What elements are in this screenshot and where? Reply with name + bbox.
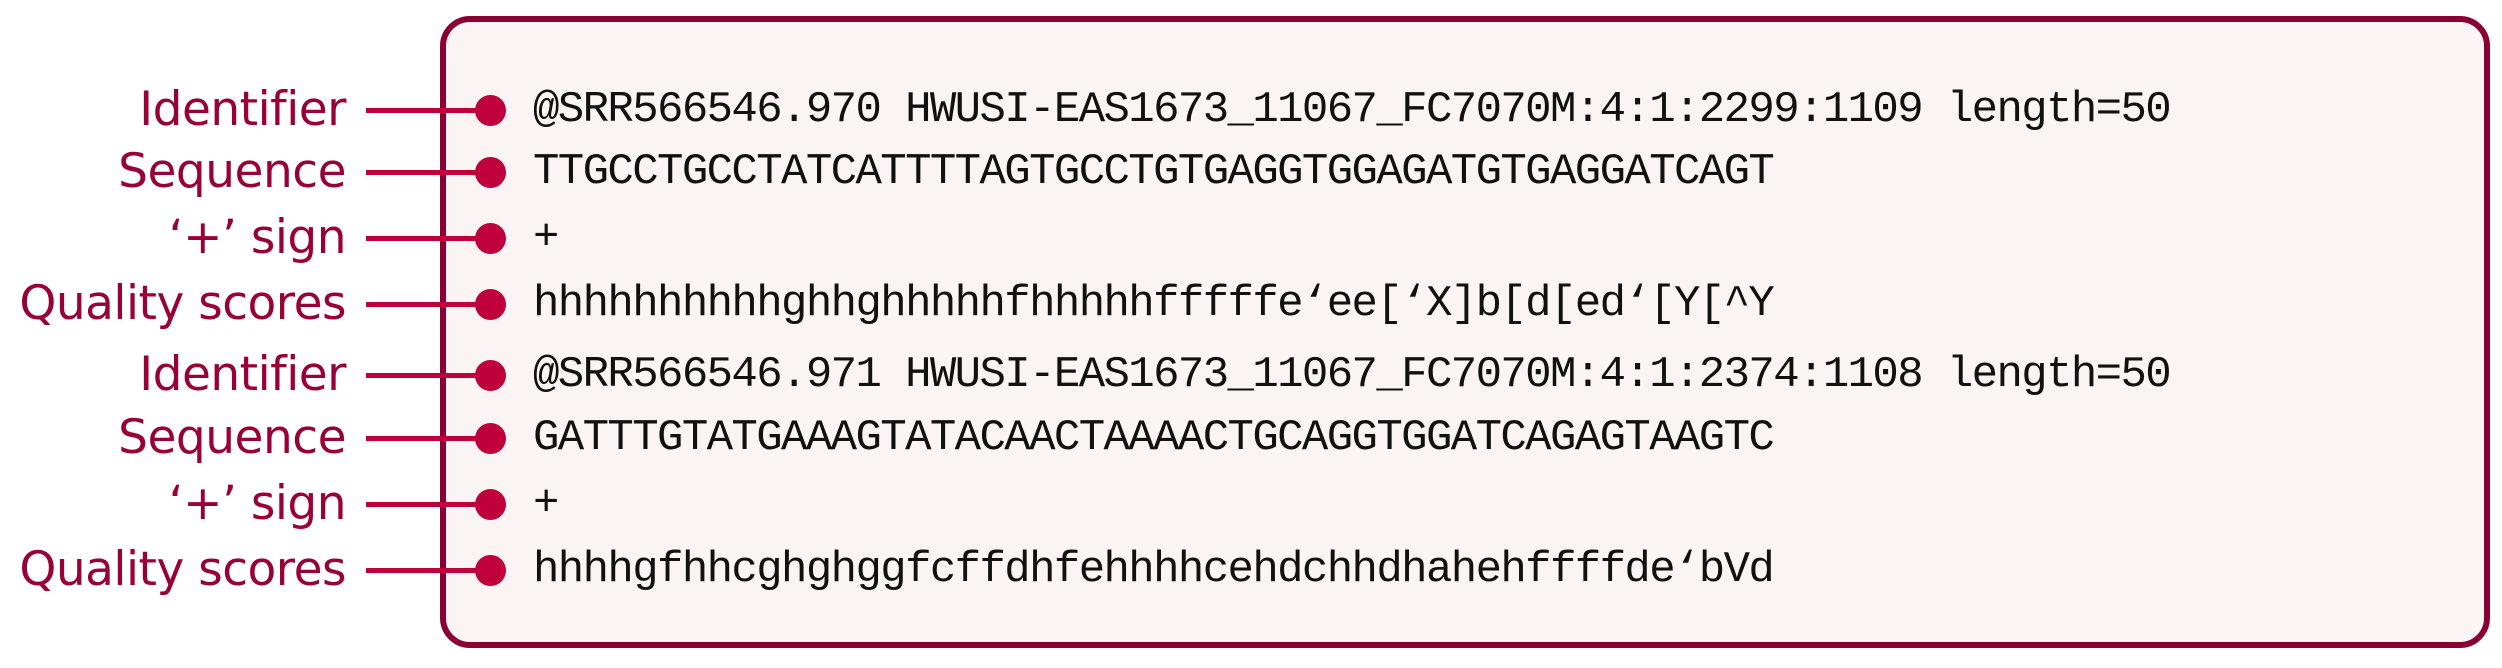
line-label: Quality scores — [19, 542, 346, 597]
fastq-line-quality-scores: Quality scores hhhhhhhhhhghhghhhhhfhhhhh… — [0, 274, 2502, 334]
fastq-line-plus-sign: ‘+’ sign + — [0, 474, 2502, 534]
line-value: @SRR566546.970 HWUSI-EAS1673_11067_FC707… — [533, 85, 2172, 135]
connector-line — [366, 108, 490, 113]
connector-line — [366, 302, 490, 307]
bullet-dot-icon — [475, 555, 506, 586]
connector-line — [366, 170, 490, 175]
connector-line — [366, 502, 490, 507]
fastq-line-identifier: Identifier @SRR566546.971 HWUSI-EAS1673_… — [0, 345, 2502, 405]
bullet-dot-icon — [475, 360, 506, 391]
fastq-line-quality-scores: Quality scores hhhhgfhhcghghggfcffdhfehh… — [0, 540, 2502, 600]
bullet-dot-icon — [475, 489, 506, 520]
bullet-dot-icon — [475, 223, 506, 254]
line-value: hhhhhhhhhhghhghhhhhfhhhhhfffffe‘ee[‘X]b[… — [533, 279, 1775, 329]
connector-line — [366, 373, 490, 378]
fastq-line-plus-sign: ‘+’ sign + — [0, 208, 2502, 268]
bullet-dot-icon — [475, 289, 506, 320]
line-label: ‘+’ sign — [168, 476, 347, 531]
line-label: Identifier — [139, 347, 346, 402]
connector-line — [366, 236, 490, 241]
bullet-dot-icon — [475, 95, 506, 126]
connector-line — [366, 436, 490, 441]
line-value: @SRR566546.971 HWUSI-EAS1673_11067_FC707… — [533, 350, 2172, 400]
line-label: Sequence — [118, 144, 346, 199]
line-label: Identifier — [139, 82, 346, 137]
line-value: + — [533, 213, 559, 263]
line-label: Quality scores — [19, 276, 346, 331]
line-value: TTGCCTGCCTATCATTTTAGTGCCTGTGAGGTGGAGATGT… — [533, 147, 1775, 197]
bullet-dot-icon — [475, 157, 506, 188]
fastq-line-sequence: Sequence GATTTGTATGAAAGTATACAACTAAAACTGC… — [0, 408, 2502, 468]
line-label: ‘+’ sign — [168, 210, 347, 265]
fastq-line-sequence: Sequence TTGCCTGCCTATCATTTTAGTGCCTGTGAGG… — [0, 142, 2502, 202]
fastq-line-identifier: Identifier @SRR566546.970 HWUSI-EAS1673_… — [0, 80, 2502, 140]
line-value: GATTTGTATGAAAGTATACAACTAAAACTGCAGGTGGATC… — [533, 413, 1775, 463]
bullet-dot-icon — [475, 423, 506, 454]
line-label: Sequence — [118, 410, 346, 465]
line-value: hhhhgfhhcghghggfcffdhfehhhhcehdchhdhaheh… — [533, 545, 1775, 595]
line-value: + — [533, 479, 559, 529]
connector-line — [366, 568, 490, 573]
